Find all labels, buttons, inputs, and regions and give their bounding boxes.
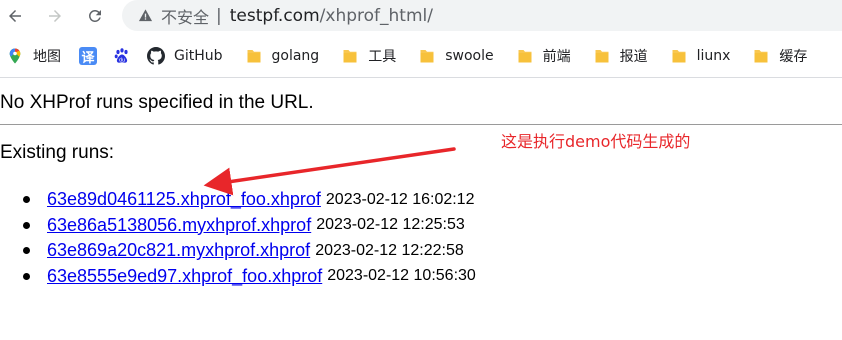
bookmark-label: 缓存 <box>779 49 808 65</box>
bookmark-folder-frontend[interactable]: 前端 <box>516 42 571 70</box>
no-runs-message: No XHProf runs specified in the URL. <box>0 92 314 113</box>
back-button[interactable] <box>3 4 27 28</box>
run-link[interactable]: 63e89d0461125.xhprof_foo.xhprof <box>47 189 321 210</box>
bookmark-maps[interactable]: 地图 <box>6 42 61 70</box>
bookmark-label: 地图 <box>33 49 61 65</box>
bookmark-label: GitHub <box>174 48 223 64</box>
folder-icon <box>670 47 688 65</box>
url-text[interactable]: testpf.com/xhprof_html/ <box>230 6 433 26</box>
run-timestamp: 2023-02-12 12:25:53 <box>316 216 465 234</box>
address-bar[interactable]: 不安全 | testpf.com/xhprof_html/ <box>122 0 842 31</box>
list-item: 63e869a20c821.myxhprof.xhprof 2023-02-12… <box>23 238 476 264</box>
folder-icon <box>752 47 770 65</box>
list-item: 63e86a5138056.myxhprof.xhprof 2023-02-12… <box>23 213 476 239</box>
back-arrow-icon <box>9 10 21 22</box>
run-link[interactable]: 63e86a5138056.myxhprof.xhprof <box>47 215 311 236</box>
bullet <box>23 272 30 280</box>
bookmark-label: 工具 <box>368 49 397 65</box>
folder-icon <box>341 47 359 65</box>
bullet <box>23 221 30 229</box>
bookmark-label: swoole <box>445 48 494 64</box>
existing-runs-heading: Existing runs: <box>0 142 115 163</box>
bookmark-baidu[interactable]: du <box>113 42 131 70</box>
bookmark-folder-tools[interactable]: 工具 <box>341 42 396 70</box>
url-path: /xhprof_html/ <box>319 5 433 26</box>
forward-arrow-icon <box>49 10 61 22</box>
baidu-paw-icon: du <box>113 47 131 65</box>
run-timestamp: 2023-02-12 10:56:30 <box>327 267 476 285</box>
reload-button[interactable] <box>83 4 107 28</box>
bookmarks-bar: 地图 译 du GitHub golang 工具 swoole 前端 报道 li… <box>0 40 842 72</box>
folder-icon <box>418 47 436 65</box>
bookmark-folder-liunx[interactable]: liunx <box>670 42 731 70</box>
github-icon <box>147 47 165 65</box>
annotation-label: 这是执行demo代码生成的 <box>501 132 691 151</box>
browser-toolbar: 不安全 | testpf.com/xhprof_html/ <box>0 0 842 32</box>
bookmark-label: 前端 <box>542 49 571 65</box>
folder-icon <box>593 47 611 65</box>
horizontal-rule <box>0 124 842 125</box>
runs-list: 63e89d0461125.xhprof_foo.xhprof 2023-02-… <box>23 187 476 289</box>
security-status-label[interactable]: 不安全 <box>161 4 209 28</box>
run-link[interactable]: 63e869a20c821.myxhprof.xhprof <box>47 240 310 261</box>
forward-button[interactable] <box>43 4 67 28</box>
bookmark-translate[interactable]: 译 <box>79 42 97 70</box>
bookmark-label: liunx <box>696 48 731 64</box>
url-separator: | <box>216 5 222 26</box>
bookmark-label: golang <box>271 48 320 64</box>
run-timestamp: 2023-02-12 16:02:12 <box>325 190 475 208</box>
translate-icon: 译 <box>79 47 97 66</box>
bookmark-github[interactable]: GitHub <box>147 42 223 70</box>
reload-icon <box>88 9 101 22</box>
bookmark-folder-golang[interactable]: golang <box>245 42 320 70</box>
bullet <box>23 247 30 255</box>
warning-icon <box>137 8 153 24</box>
run-link[interactable]: 63e8555e9ed97.xhprof_foo.xhprof <box>47 266 322 287</box>
bullet <box>23 196 30 204</box>
list-item: 63e8555e9ed97.xhprof_foo.xhprof 2023-02-… <box>23 264 476 290</box>
page-content: No XHProf runs specified in the URL. Exi… <box>0 78 842 340</box>
maps-icon <box>6 47 24 65</box>
bookmark-label: 报道 <box>619 49 648 65</box>
run-timestamp: 2023-02-12 12:22:58 <box>315 241 464 259</box>
bookmark-folder-cache[interactable]: 缓存 <box>752 42 807 70</box>
folder-icon <box>516 47 534 65</box>
svg-text:du: du <box>119 58 125 64</box>
bookmark-folder-reports[interactable]: 报道 <box>593 42 648 70</box>
list-item: 63e89d0461125.xhprof_foo.xhprof 2023-02-… <box>23 187 476 213</box>
url-host: testpf.com <box>229 5 320 26</box>
bookmark-folder-swoole[interactable]: swoole <box>418 42 494 70</box>
folder-icon <box>245 47 263 65</box>
